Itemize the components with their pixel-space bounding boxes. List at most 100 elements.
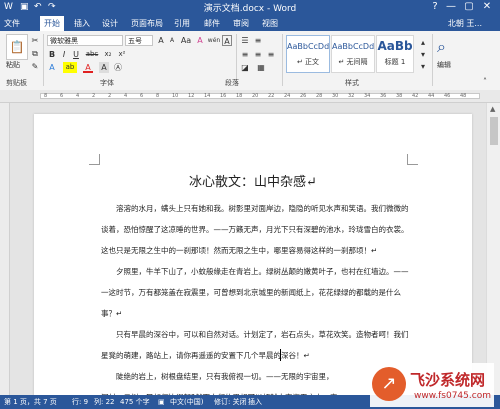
enclose-char-icon[interactable]: Ⓐ xyxy=(113,62,123,73)
divider xyxy=(43,34,44,86)
scroll-thumb[interactable] xyxy=(490,117,498,145)
collapse-ribbon-icon[interactable]: ˄ xyxy=(480,76,490,87)
vertical-scrollbar[interactable]: ▲ xyxy=(486,103,500,395)
styles-scroll-down-icon[interactable]: ▾ xyxy=(418,49,428,60)
paragraph: 溶溶的水月，螨头上只有她和我。树影里对面岸边，隐隐的听见水声和笑语。我们微微的谈… xyxy=(101,204,409,255)
shrink-font-icon[interactable]: A xyxy=(167,35,177,46)
ruler-tick-label: 6 xyxy=(140,93,144,99)
title-bar: W ▣ ↶ ↷ 演示文档.docx - Word ? — ▢ ✕ xyxy=(0,0,500,16)
style-heading-1[interactable]: AaBb 标题 1 xyxy=(376,35,414,73)
tab-insert[interactable]: 插入 xyxy=(70,16,94,31)
close-button[interactable]: ✕ xyxy=(480,1,494,12)
insert-mode[interactable]: 插入 xyxy=(248,395,262,409)
font-color-icon[interactable]: A xyxy=(83,62,93,73)
styles-scroll-up-icon[interactable]: ▴ xyxy=(418,37,428,48)
ribbon: 📋 粘贴 ✂ ⧉ ✎ 剪贴板 微软雅黑 五号 A A Aa A wén A B … xyxy=(0,31,500,91)
ruler-tick-label: 4 xyxy=(124,93,128,99)
scroll-up-icon[interactable]: ▲ xyxy=(490,105,495,113)
style-sample: AaBb xyxy=(377,39,413,53)
ruler-tick-label: 16 xyxy=(220,93,227,99)
tab-references[interactable]: 引用 xyxy=(170,16,194,31)
editing-button[interactable]: 编辑 xyxy=(437,60,451,70)
proofing-icon[interactable]: ▣ xyxy=(158,395,165,409)
bold-button[interactable]: B xyxy=(47,49,57,60)
tab-home[interactable]: 开始 xyxy=(40,16,64,31)
bullets-icon[interactable]: ☰ xyxy=(240,35,250,46)
shading-icon[interactable]: ◪ xyxy=(240,62,250,73)
subscript-button[interactable]: x₂ xyxy=(102,49,114,60)
tab-mailings[interactable]: 邮件 xyxy=(200,16,224,31)
underline-button[interactable]: U xyxy=(71,49,81,60)
restore-button[interactable]: ▢ xyxy=(462,1,476,12)
align-left-icon[interactable]: ≡ xyxy=(240,49,250,60)
copy-icon[interactable]: ⧉ xyxy=(30,48,40,59)
help-button[interactable]: ? xyxy=(428,1,442,12)
ruler-tick-label: 8 xyxy=(44,93,48,99)
tab-review[interactable]: 审阅 xyxy=(229,16,253,31)
vertical-ruler[interactable] xyxy=(0,103,10,395)
user-account[interactable]: 北朝 王... xyxy=(448,16,482,31)
column-number: 列: 22 xyxy=(94,398,115,406)
ruler-tick-label: 48 xyxy=(460,93,467,99)
pinyin-guide-icon[interactable]: wén xyxy=(207,35,221,46)
window-title: 演示文档.docx - Word xyxy=(203,4,297,14)
crop-mark xyxy=(407,154,418,165)
ruler-tick-label: 2 xyxy=(108,93,112,99)
styles-group-label: 样式 xyxy=(345,79,359,87)
strikethrough-button[interactable]: abc xyxy=(84,49,100,60)
tab-file[interactable]: 文件 xyxy=(0,16,24,31)
font-size-select[interactable]: 五号 xyxy=(125,35,153,46)
ruler-tick-label: 26 xyxy=(300,93,307,99)
tab-view[interactable]: 视图 xyxy=(258,16,282,31)
styles-more-icon[interactable]: ▾ xyxy=(418,61,428,72)
ruler-tick-label: 2 xyxy=(92,93,96,99)
ruler-tick-label: 44 xyxy=(428,93,435,99)
borders-icon[interactable]: ▦ xyxy=(256,62,266,73)
find-icon[interactable]: ⌕ xyxy=(437,37,446,57)
paste-icon[interactable]: 📋 xyxy=(6,34,28,60)
paragraph: 夕照里，牛羊下山了，小蚊般缘走在青岩上。绿树丛颠的嫩黄叶子，也衬在红墙边。——一… xyxy=(101,267,409,318)
char-border-icon[interactable]: A xyxy=(222,35,232,46)
text-effect-icon[interactable]: A xyxy=(47,62,57,73)
font-name-select[interactable]: 微软雅黑 xyxy=(47,35,123,46)
text-cursor xyxy=(280,349,281,361)
ruler-tick-label: 6 xyxy=(60,93,64,99)
change-case-icon[interactable]: Aa xyxy=(179,35,193,46)
minimize-button[interactable]: — xyxy=(444,1,458,12)
style-normal[interactable]: AaBbCcDd ↵ 正文 xyxy=(286,35,330,73)
track-changes-status[interactable]: 修订: 关闭 xyxy=(214,395,247,409)
watermark-url: www.fs0745.com xyxy=(414,391,491,401)
cut-icon[interactable]: ✂ xyxy=(30,35,40,46)
tab-page-layout[interactable]: 页面布局 xyxy=(128,16,166,31)
grow-font-icon[interactable]: A xyxy=(156,35,166,46)
ribbon-tabs: 文件 开始 插入 设计 页面布局 引用 邮件 审阅 视图 北朝 王... xyxy=(0,16,500,31)
clear-format-icon[interactable]: A xyxy=(195,35,205,46)
watermark: ↗ 飞沙系统网 www.fs0745.com xyxy=(370,363,494,407)
ruler-tick-label: 8 xyxy=(156,93,160,99)
ruler-tick-label: 34 xyxy=(364,93,371,99)
style-no-spacing[interactable]: AaBbCcDd ↵ 无间隔 xyxy=(331,35,375,73)
page-count[interactable]: 第 1 页，共 7 页 xyxy=(4,395,57,409)
horizontal-ruler[interactable]: 8 6 4 2 2 4 6 8 10 12 14 16 18 20 22 24 26 28 30 32 34 36 38 42… xyxy=(0,90,500,103)
tab-design[interactable]: 设计 xyxy=(98,16,122,31)
paragraph: 陡绝的岩上，树根盘结里，只有我俯视一切。——无限的宇宙里， xyxy=(116,372,334,381)
char-shading-icon[interactable]: A xyxy=(99,62,109,73)
divider xyxy=(432,34,433,86)
language[interactable]: 中文(中国) xyxy=(170,395,203,409)
italic-button[interactable]: I xyxy=(59,49,69,60)
ruler-tick-label: 18 xyxy=(236,93,243,99)
numbering-icon[interactable]: ≡ xyxy=(253,35,263,46)
ruler-tick-label: 24 xyxy=(284,93,291,99)
ruler-tick-label: 36 xyxy=(380,93,387,99)
document-area: 冰心散文：山中杂感↵ 溶溶的水月，螨头上只有她和我。树影里对面岸边，隐隐的听见水… xyxy=(0,103,500,404)
paste-button[interactable]: 粘贴 xyxy=(6,60,20,70)
highlight-icon[interactable]: ab xyxy=(63,62,77,73)
superscript-button[interactable]: x² xyxy=(116,49,128,60)
style-name: ↵ 正文 xyxy=(296,58,320,66)
word-count[interactable]: 475 个字 xyxy=(120,395,150,409)
align-right-icon[interactable]: ≡ xyxy=(266,49,276,60)
align-center-icon[interactable]: ≡ xyxy=(253,49,263,60)
document-page[interactable]: 冰心散文：山中杂感↵ 溶溶的水月，螨头上只有她和我。树影里对面岸边，隐隐的听见水… xyxy=(34,114,472,404)
divider xyxy=(282,34,283,86)
format-painter-icon[interactable]: ✎ xyxy=(30,61,40,72)
